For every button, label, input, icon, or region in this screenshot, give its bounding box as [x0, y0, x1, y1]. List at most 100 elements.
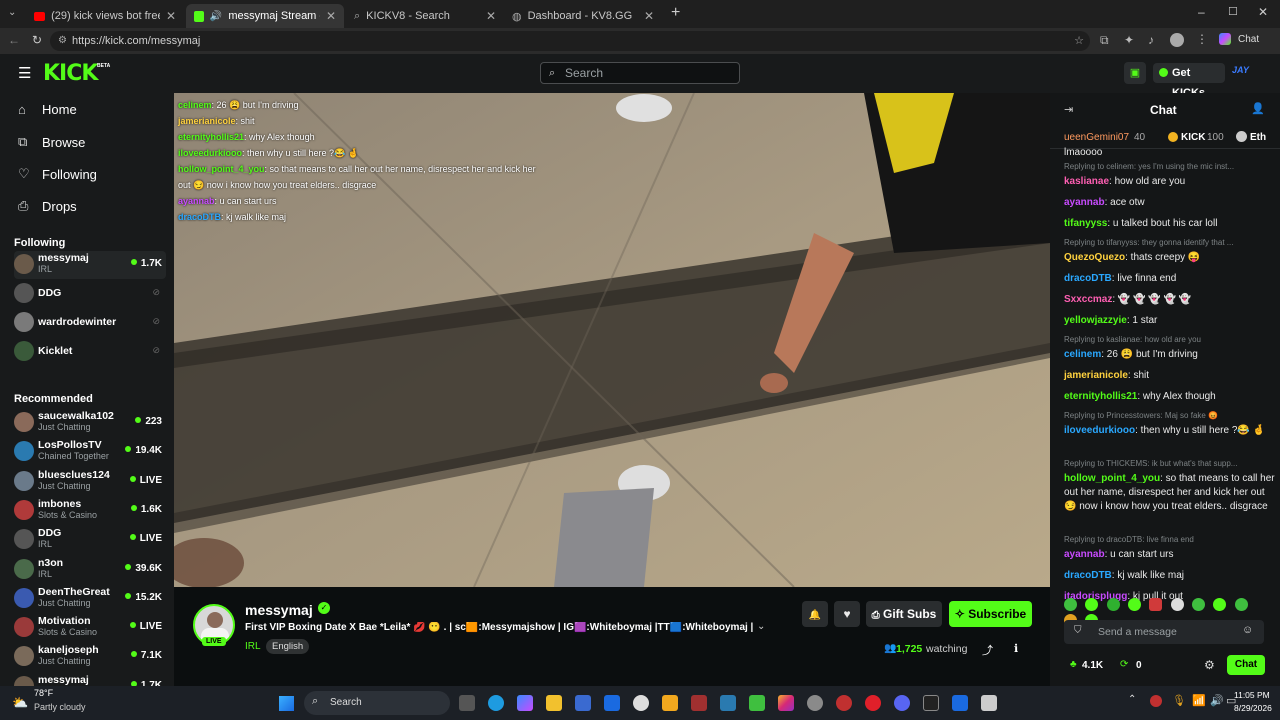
- back-icon[interactable]: ←: [8, 33, 20, 47]
- emote-icon[interactable]: [1234, 598, 1248, 611]
- tab-close-icon[interactable]: ✕: [326, 9, 336, 23]
- new-tab-icon[interactable]: +: [671, 4, 680, 22]
- chat-username[interactable]: QuezoQuezo: [1064, 252, 1125, 263]
- emote-icon[interactable]: [1170, 598, 1184, 611]
- chat-username[interactable]: ayannab: [1064, 549, 1105, 560]
- notification-bell-button[interactable]: 🔔: [802, 601, 828, 627]
- nav-browse[interactable]: ⧉ Browse: [18, 134, 85, 150]
- streamer-name[interactable]: messymaj: [245, 602, 313, 618]
- app-bars-icon[interactable]: [923, 695, 939, 711]
- reply-context[interactable]: Replying to THICKEMS: ik but what's that…: [1064, 459, 1276, 468]
- recommended-channel[interactable]: DDG IRL LIVE: [14, 526, 166, 554]
- get-kicks-button[interactable]: Get KICKs: [1153, 63, 1225, 99]
- bell-icon[interactable]: ♪: [1148, 33, 1154, 47]
- taskbar-search[interactable]: ⌕ Search: [304, 691, 450, 715]
- tab-kickv8-search[interactable]: ⌕ KICKV8 - Search ✕: [346, 4, 504, 28]
- emote-icon[interactable]: [1192, 598, 1206, 611]
- instagram-icon[interactable]: [778, 695, 794, 711]
- chat-username[interactable]: eternityhollis21: [1064, 391, 1137, 402]
- chat-input[interactable]: ⛉ Send a message ☺: [1064, 620, 1264, 644]
- menu-dots-icon[interactable]: ⋮: [1196, 32, 1208, 46]
- reply-context[interactable]: Replying to tifanyyss: they gonna identi…: [1064, 238, 1276, 247]
- recommended-channel[interactable]: bluesclues124 Just Chatting LIVE: [14, 468, 166, 496]
- close-window-icon[interactable]: ✕: [1258, 5, 1268, 19]
- chat-username[interactable]: dracoDTB: [1064, 570, 1112, 581]
- edge-icon[interactable]: [488, 695, 504, 711]
- tab-kick[interactable]: 🔊 messymaj Stream - Watch Live ✕: [186, 4, 344, 28]
- minimize-icon[interactable]: –: [1198, 5, 1205, 19]
- recommended-channel[interactable]: imbones Slots & Casino 1.6K: [14, 497, 166, 525]
- nav-following[interactable]: ♡ Following: [18, 166, 97, 182]
- defender-icon[interactable]: [952, 695, 968, 711]
- app-grid-icon[interactable]: [691, 695, 707, 711]
- following-channel[interactable]: Kicklet ⊘: [14, 338, 166, 366]
- tab-youtube[interactable]: (29) kick views bot free - YouTube ✕: [26, 4, 184, 28]
- stream-manager-icon[interactable]: ▣: [1124, 62, 1146, 84]
- steam-icon[interactable]: [633, 695, 649, 711]
- tray-chevron-icon[interactable]: ⌃: [1128, 694, 1136, 705]
- recommended-channel[interactable]: messymaj 1.7K: [14, 673, 166, 686]
- maximize-icon[interactable]: ☐: [1228, 5, 1238, 18]
- chat-send-button[interactable]: Chat: [1227, 655, 1265, 675]
- reply-context[interactable]: Replying to dracoDTB: live finna end: [1064, 535, 1276, 544]
- nav-home[interactable]: ⌂ Home: [18, 102, 77, 117]
- chat-users-icon[interactable]: 👤: [1251, 102, 1265, 115]
- recommended-channel[interactable]: n3on IRL 39.6K: [14, 556, 166, 584]
- start-icon[interactable]: [279, 696, 294, 711]
- chat-username[interactable]: dracoDTB: [1064, 273, 1112, 284]
- chat-username[interactable]: hollow_point_4_you: [1064, 473, 1160, 484]
- speaker-icon[interactable]: 🔊: [210, 11, 222, 22]
- chat-username[interactable]: kaslianae: [1064, 176, 1109, 187]
- recommended-channel[interactable]: LosPollosTV Chained Together 19.4K: [14, 438, 166, 466]
- clock-time[interactable]: 11:05 PM: [1234, 690, 1270, 700]
- puzzle-icon[interactable]: ✦: [1124, 33, 1134, 47]
- clock-date[interactable]: 8/29/2026: [1234, 703, 1272, 713]
- mic-icon[interactable]: 🎙: [1172, 694, 1186, 707]
- gift-subs-button[interactable]: ⎙ Gift Subs: [866, 601, 942, 627]
- follow-heart-button[interactable]: ♥: [834, 601, 860, 627]
- emote-icon[interactable]: [1064, 598, 1077, 611]
- address-bar[interactable]: ⚙ https://kick.com/messymaj ☆: [50, 31, 1090, 51]
- opera-icon[interactable]: [865, 695, 881, 711]
- recommended-channel[interactable]: saucewalka102 Just Chatting 223: [14, 409, 166, 437]
- expand-title-icon[interactable]: ⌄: [757, 621, 765, 632]
- tab-close-icon[interactable]: ✕: [486, 9, 496, 23]
- more-info-icon[interactable]: ℹ: [1014, 642, 1018, 655]
- tab-close-icon[interactable]: ✕: [166, 9, 176, 23]
- tab-dashboard[interactable]: ◍ Dashboard - KV8.GG ✕: [504, 4, 662, 28]
- tray-app-icon[interactable]: [1150, 695, 1162, 707]
- leaderboard-user[interactable]: ueenGemini07: [1064, 132, 1129, 143]
- discord-icon[interactable]: [894, 695, 910, 711]
- chat-username[interactable]: ayannab: [1064, 197, 1105, 208]
- app-chart-icon[interactable]: [836, 695, 852, 711]
- video-player[interactable]: celinem: 26 😩 but I'm driving jamerianico…: [174, 93, 1050, 587]
- chat-username[interactable]: jamerianicole: [1064, 370, 1128, 381]
- wifi-icon[interactable]: 📶: [1192, 694, 1206, 707]
- settings-icon[interactable]: [807, 695, 823, 711]
- following-channel[interactable]: DDG ⊘: [14, 280, 166, 308]
- language-tag[interactable]: English: [266, 639, 310, 654]
- user-avatar[interactable]: JAY: [1232, 65, 1249, 75]
- following-channel[interactable]: messymaj IRL 1.7K: [14, 251, 166, 279]
- chat-settings-icon[interactable]: ⚙: [1204, 658, 1215, 672]
- category-link[interactable]: IRL: [245, 641, 261, 652]
- site-info-icon[interactable]: ⚙: [58, 31, 67, 51]
- copilot-icon[interactable]: [1219, 33, 1231, 45]
- chat-username[interactable]: tifanyyss: [1064, 218, 1107, 229]
- emote-icon[interactable]: [1085, 598, 1099, 611]
- hamburger-menu-icon[interactable]: ☰: [18, 64, 31, 82]
- app-green-icon[interactable]: [749, 695, 765, 711]
- reply-context[interactable]: Replying to kaslianae: how old are you: [1064, 335, 1276, 344]
- following-channel[interactable]: wardrodewinter ⊘: [14, 309, 166, 337]
- profile-avatar[interactable]: [1170, 33, 1184, 47]
- collapse-chat-icon[interactable]: ⇥: [1064, 103, 1073, 116]
- app-window-icon[interactable]: [981, 695, 997, 711]
- app-r-icon[interactable]: [662, 695, 678, 711]
- recommended-channel[interactable]: Motivation Slots & Casino LIVE: [14, 614, 166, 642]
- chat-username[interactable]: iloveedurkiooo: [1064, 425, 1135, 436]
- reload-icon[interactable]: ↻: [32, 33, 42, 47]
- chat-username[interactable]: celinem: [1064, 349, 1101, 360]
- app-blue-icon[interactable]: [720, 695, 736, 711]
- file-explorer-icon[interactable]: [546, 695, 562, 711]
- chat-username[interactable]: Sxxccmaz: [1064, 294, 1112, 305]
